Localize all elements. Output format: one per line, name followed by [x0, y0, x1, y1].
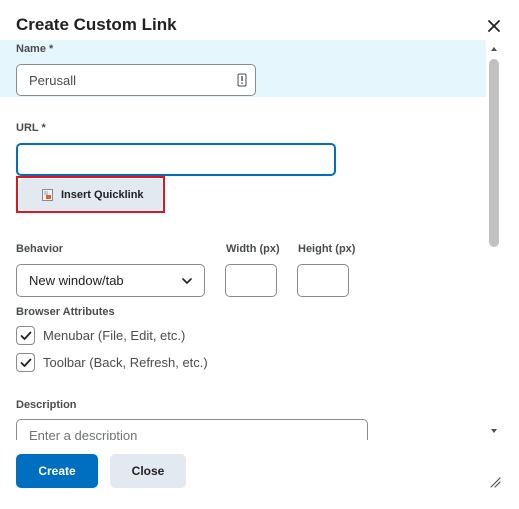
chevron-down-icon [182, 277, 192, 284]
create-custom-link-dialog: Create Custom Link Name * Perusall URL * [0, 0, 519, 509]
insert-quicklink-label: Insert Quicklink [61, 188, 144, 201]
create-button[interactable]: Create [16, 454, 98, 488]
dialog-title: Create Custom Link [16, 15, 177, 34]
width-input[interactable] [225, 264, 277, 297]
vertical-scrollbar[interactable] [486, 40, 502, 440]
close-button[interactable]: Close [110, 454, 186, 488]
browser-attributes-label: Browser Attributes [16, 306, 115, 318]
height-label: Height (px) [298, 243, 356, 255]
behavior-label: Behavior [16, 243, 64, 255]
description-textarea[interactable]: Enter a description [16, 419, 368, 440]
menubar-checkbox[interactable] [16, 326, 35, 345]
insert-quicklink-highlight: Insert Quicklink [16, 176, 165, 213]
checkmark-icon [20, 331, 31, 340]
menubar-option-label: Menubar (File, Edit, etc.) [43, 328, 186, 343]
scrollbar-thumb[interactable] [489, 59, 499, 247]
width-label: Width (px) [226, 243, 280, 255]
resize-handle-icon[interactable] [489, 476, 501, 488]
quicklink-icon [42, 188, 53, 201]
toolbar-option-label: Toolbar (Back, Refresh, etc.) [43, 355, 208, 370]
behavior-select[interactable]: New window/tab [16, 264, 205, 297]
close-icon [488, 20, 500, 32]
url-input[interactable] [16, 143, 336, 176]
behavior-selected-value: New window/tab [29, 273, 124, 288]
insert-quicklink-button[interactable]: Insert Quicklink [19, 179, 162, 210]
url-label: URL * [16, 122, 46, 134]
checkmark-icon [20, 358, 31, 367]
close-dialog-button[interactable] [484, 16, 504, 36]
scroll-down-arrow-icon[interactable] [489, 427, 499, 435]
description-label: Description [16, 399, 77, 411]
description-placeholder: Enter a description [29, 428, 138, 440]
menubar-option: Menubar (File, Edit, etc.) [16, 326, 185, 345]
name-label: Name * [16, 43, 54, 55]
name-input-value: Perusall [29, 72, 76, 88]
toolbar-option: Toolbar (Back, Refresh, etc.) [16, 353, 208, 372]
dialog-body: Name * Perusall URL * Insert Quicklink B… [0, 40, 502, 440]
toolbar-checkbox[interactable] [16, 353, 35, 372]
name-input[interactable]: Perusall [16, 64, 256, 96]
scroll-up-arrow-icon[interactable] [489, 45, 499, 53]
height-input[interactable] [297, 264, 349, 297]
password-manager-icon[interactable] [237, 73, 247, 87]
